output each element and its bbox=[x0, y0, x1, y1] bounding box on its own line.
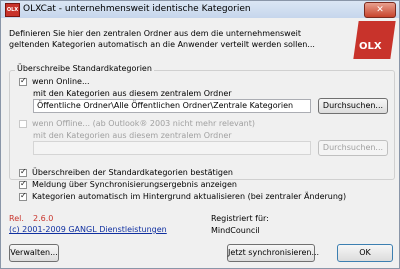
release-label: Rel. bbox=[9, 214, 24, 223]
offline-checkbox-label: wenn Offline... (ab Outlook® 2003 nicht … bbox=[32, 119, 256, 128]
auto-update-row[interactable]: Kategorien automatisch im Hintergrund ak… bbox=[19, 191, 347, 201]
sync-message-checkbox[interactable] bbox=[19, 179, 27, 189]
registered-for-label: Registriert für: bbox=[211, 214, 269, 223]
ok-button[interactable]: OK bbox=[337, 244, 393, 262]
online-checkbox[interactable] bbox=[19, 76, 27, 86]
window-title: OLXCat - unternehmensweit identische Kat… bbox=[23, 4, 251, 14]
group-legend: Überschreibe Standardkategorien bbox=[15, 64, 154, 73]
close-button[interactable]: ✕ bbox=[364, 2, 396, 18]
confirm-overwrite-checkbox[interactable] bbox=[19, 167, 27, 177]
sync-message-row[interactable]: Meldung über Synchronisierungsergebnis a… bbox=[19, 179, 237, 189]
sync-now-button[interactable]: Jetzt synchronisieren... bbox=[227, 244, 319, 262]
offline-browse-button[interactable]: Durchsuchen... bbox=[318, 140, 388, 156]
online-path-label: mit den Kategorien aus diesem zentralem … bbox=[33, 89, 232, 98]
confirm-overwrite-label: Überschreiben der Standardkategorien bes… bbox=[32, 168, 233, 177]
olx-logo: OLX bbox=[353, 21, 396, 61]
offline-path-label: mit den Kategorien aus diesem zentralem … bbox=[33, 131, 232, 140]
title-bar: OLX OLXCat - unternehmensweit identische… bbox=[1, 1, 399, 18]
logo-text: OLX bbox=[359, 41, 382, 52]
dialog-content: Definieren Sie hier den zentralen Ordner… bbox=[1, 18, 399, 268]
logo-shape bbox=[353, 21, 396, 59]
manage-button[interactable]: Verwalten... bbox=[9, 244, 59, 262]
online-browse-button[interactable]: Durchsuchen... bbox=[318, 98, 388, 114]
online-folder-field[interactable]: Öffentliche Ordner\Alle Öffentlichen Ord… bbox=[33, 99, 311, 113]
offline-checkbox-row[interactable]: wenn Offline... (ab Outlook® 2003 nicht … bbox=[19, 119, 255, 128]
auto-update-label: Kategorien automatisch im Hintergrund ak… bbox=[32, 192, 347, 201]
offline-folder-field[interactable] bbox=[33, 141, 311, 155]
offline-checkbox[interactable] bbox=[19, 119, 27, 128]
auto-update-checkbox[interactable] bbox=[19, 191, 27, 201]
online-checkbox-row[interactable]: wenn Online... bbox=[19, 76, 90, 86]
olxcat-dialog: OLX OLXCat - unternehmensweit identische… bbox=[0, 0, 400, 269]
olxcat-app-icon: OLX bbox=[5, 3, 20, 17]
intro-text: Definieren Sie hier den zentralen Ordner… bbox=[9, 29, 315, 49]
release-value: 2.6.0 bbox=[33, 214, 54, 223]
online-checkbox-label: wenn Online... bbox=[32, 77, 90, 86]
copyright-link[interactable]: (c) 2001-2009 GANGL Dienstleistungen bbox=[9, 225, 167, 234]
sync-message-label: Meldung über Synchronisierungsergebnis a… bbox=[32, 180, 237, 189]
registered-for-value: MindCouncil bbox=[211, 226, 260, 235]
confirm-overwrite-row[interactable]: Überschreiben der Standardkategorien bes… bbox=[19, 167, 233, 177]
